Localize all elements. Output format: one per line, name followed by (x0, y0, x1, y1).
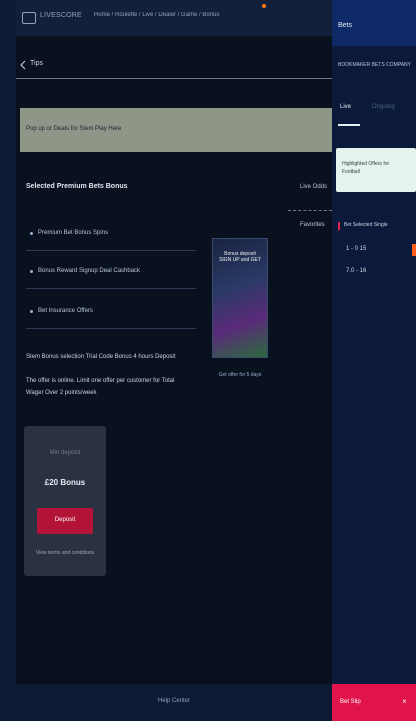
tab-ongoing[interactable]: Ongoing (372, 104, 395, 110)
bullet-icon (30, 270, 33, 273)
footer: Help Center (16, 684, 332, 721)
bullet-icon (30, 310, 33, 313)
left-edge-strip (0, 0, 16, 721)
list-item-label: Premium Bet Bonus Spins (38, 230, 109, 236)
section-marker (338, 222, 340, 230)
banner-caption: Get offer for 5 days (218, 372, 262, 378)
active-tab-indicator (338, 124, 360, 126)
offer-card-text: Highlighted Offers for Football (342, 161, 390, 175)
tab-live[interactable]: Live (340, 104, 351, 110)
deposit-button-label: Deposit (54, 517, 76, 523)
offer-card[interactable]: Highlighted Offers for Football (336, 148, 416, 192)
app-label[interactable]: LIVESCORE (40, 12, 82, 19)
bet-section-title: Bet Selected Single (344, 222, 388, 228)
footer-text[interactable]: Help Center (16, 698, 332, 704)
bullet-icon (30, 232, 33, 235)
banner-title: Bonus deposit SIGN UP and GET (219, 251, 261, 263)
search-bar[interactable]: Tips (16, 54, 332, 79)
alert-box: Pop up or Deals for Stem Play Here (20, 108, 332, 152)
alert-text: Pop up or Deals for Stem Play Here (26, 126, 122, 132)
card-subtitle: Min deposit (49, 450, 81, 456)
card-terms-link[interactable]: View terms and conditions (24, 550, 106, 556)
selection-indicator (412, 244, 416, 256)
list-item-label: Bonus Reward Signup Deal Cashback (38, 268, 141, 274)
deposit-card: Min deposit £20 Bonus Deposit View terms… (24, 426, 106, 576)
section-title: Selected Premium Bets Bonus (26, 183, 128, 190)
list-item[interactable]: Bet Insurance Offers (26, 298, 196, 329)
back-bracket-icon[interactable] (20, 60, 26, 70)
info-line: Wager Over 2 points/week (26, 390, 97, 396)
deposit-button[interactable]: Deposit (37, 508, 93, 534)
bet-slip-button[interactable]: Bet Slip × (332, 684, 416, 721)
panel-title: Bets (338, 22, 353, 29)
menu-icon[interactable] (22, 12, 36, 24)
search-input[interactable]: Tips (30, 60, 43, 67)
info-line: Stem Bonus selection Trial Code Bonus 4 … (26, 354, 176, 360)
promo-banner[interactable]: Bonus deposit SIGN UP and GET (212, 238, 268, 358)
side-item-favorites[interactable]: Favorites (300, 222, 325, 228)
top-bar: LIVESCORE Home / Roulette / Live / Deale… (16, 0, 332, 36)
list-item-label: Bet Insurance Offers (38, 308, 93, 314)
list-item[interactable]: Bonus Reward Signup Deal Cashback (26, 258, 196, 289)
divider (288, 210, 332, 211)
bet-slip-panel: Bets BOOKMAKER BETS COMPANY Live Ongoing… (332, 0, 416, 721)
info-line: The offer is online. Limit one offer per… (26, 378, 175, 384)
side-item-live-odds[interactable]: Live Odds (300, 184, 327, 190)
bet-row[interactable]: 7.0 - 16 (346, 268, 366, 274)
breadcrumb[interactable]: Home / Roulette / Live / Dealer / Game /… (94, 12, 304, 18)
panel-subtitle: BOOKMAKER BETS COMPANY (338, 62, 411, 68)
card-value: £20 Bonus (44, 478, 86, 487)
list-item[interactable]: Premium Bet Bonus Spins (26, 220, 196, 251)
side-column: Live Odds Favorites (288, 160, 332, 620)
panel-header: Bets (332, 0, 416, 46)
bet-row[interactable]: 1 - 0 15 (346, 246, 366, 252)
notification-dot (262, 4, 266, 8)
bet-slip-label: Bet Slip (340, 699, 361, 705)
close-icon[interactable]: × (402, 697, 407, 706)
